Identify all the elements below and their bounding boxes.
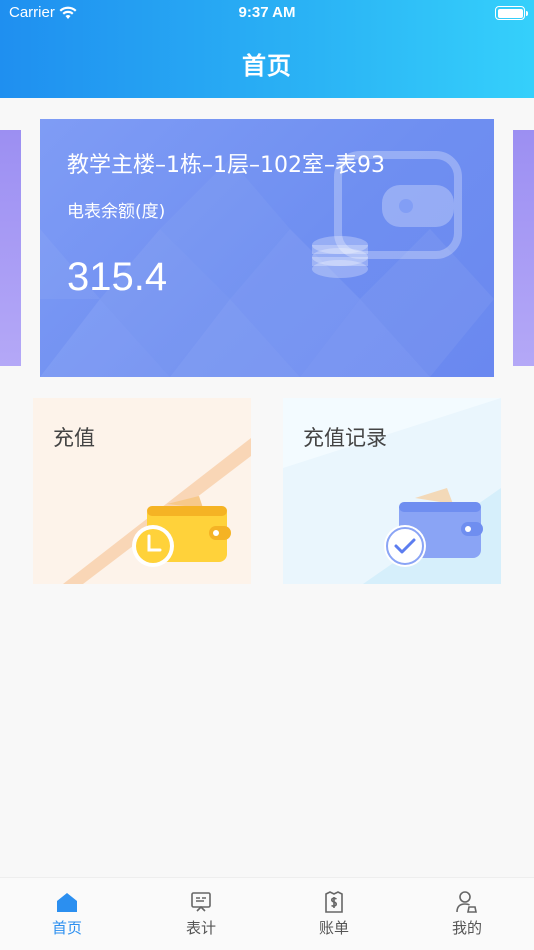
home-icon (57, 893, 77, 912)
tab-home[interactable]: 首页 (0, 878, 134, 950)
tab-home-label: 首页 (51, 919, 82, 937)
tab-meter[interactable]: 表计 (134, 878, 268, 950)
carousel-prev-card[interactable] (0, 130, 21, 366)
meter-icon (191, 892, 211, 912)
recharge-label: 充值 (53, 426, 95, 450)
recharge-records-button[interactable]: 充值记录 (283, 398, 501, 584)
tab-bar: 首页 表计 账单 我的 (0, 877, 534, 950)
app-header: Carrier 9:37 AM 首页 (0, 0, 534, 98)
recharge-button[interactable]: 充值 (33, 398, 251, 584)
wallet-clock-icon (132, 496, 231, 567)
balance-value: 315.4 (67, 255, 168, 299)
clock: 9:37 AM (238, 4, 296, 21)
meter-name: 教学主楼–1栋–1层–102室–表93 (67, 153, 385, 178)
profile-icon (456, 891, 477, 913)
tab-profile[interactable]: 我的 (400, 878, 534, 950)
tab-meter-label: 表计 (185, 919, 216, 937)
meter-card[interactable]: 教学主楼–1栋–1层–102室–表93 电表余额(度) 315.4 (40, 119, 494, 377)
wallet-check-icon (384, 488, 483, 567)
page-title: 首页 (242, 52, 292, 80)
tab-bill-label: 账单 (318, 919, 349, 937)
status-bar: Carrier 9:37 AM (0, 0, 534, 28)
bill-icon (325, 891, 343, 913)
tab-profile-label: 我的 (451, 919, 482, 937)
balance-label: 电表余额(度) (67, 202, 166, 222)
carousel-next-card[interactable] (513, 130, 534, 366)
battery-icon (495, 6, 528, 20)
tab-bill[interactable]: 账单 (267, 878, 401, 950)
records-label: 充值记录 (303, 426, 387, 450)
